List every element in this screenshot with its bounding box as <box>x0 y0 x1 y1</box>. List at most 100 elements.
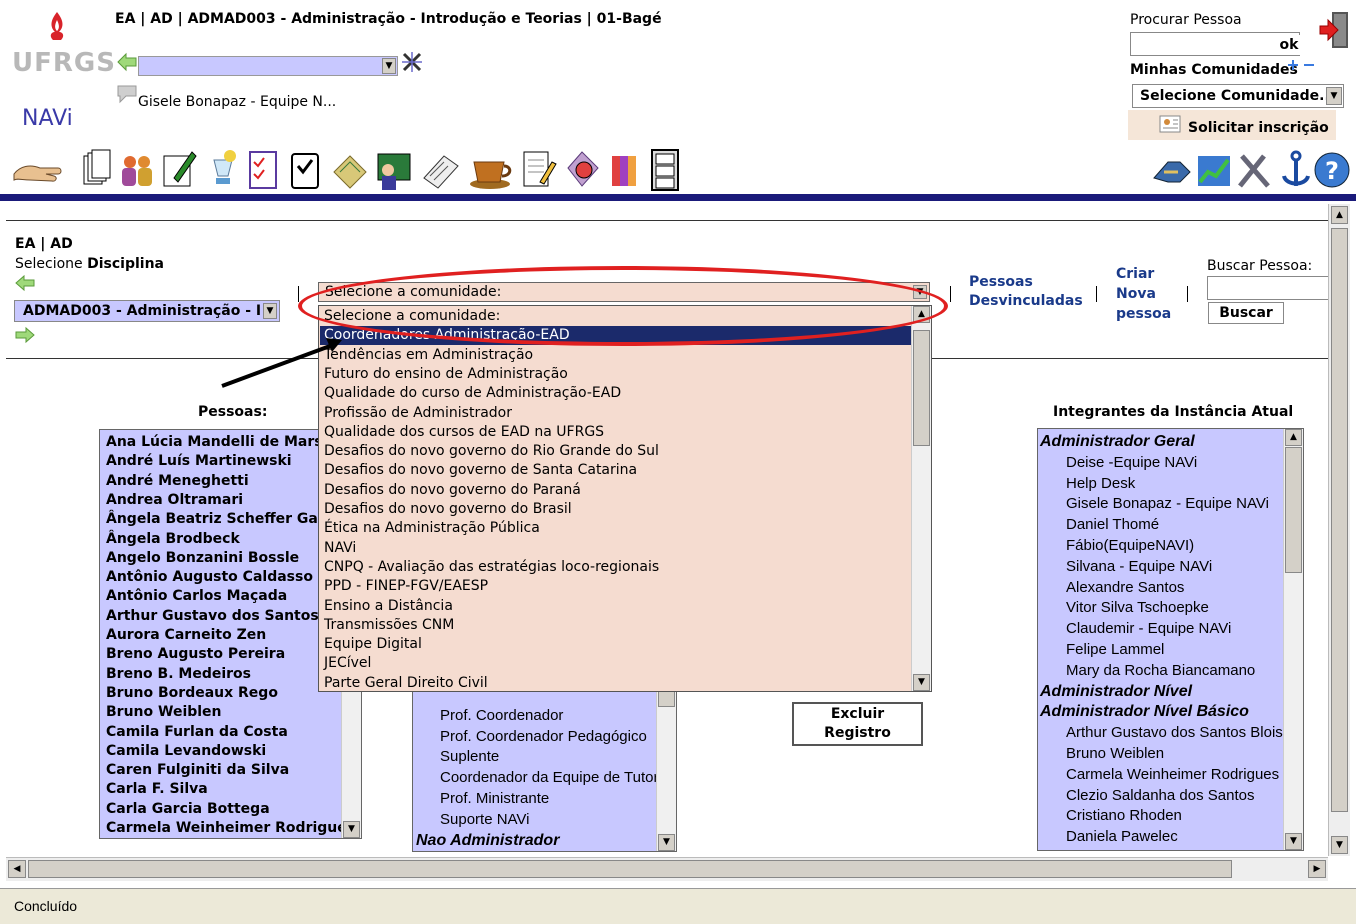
anchor-icon[interactable] <box>1276 148 1316 192</box>
scroll-left-icon[interactable]: ◀ <box>8 860 26 878</box>
list-item[interactable]: Prof. Ministrante <box>440 788 549 809</box>
dropdown-scrollbar[interactable]: ▲ ▼ <box>911 306 931 691</box>
list-item[interactable]: Deise -Equipe NAVi <box>1066 452 1197 473</box>
back-arrow-icon[interactable] <box>116 52 138 72</box>
handshake-icon[interactable] <box>1150 148 1192 192</box>
clipboard-icon[interactable] <box>286 148 326 192</box>
list-item[interactable]: Carmela Weinheimer Rodrigues <box>106 819 355 838</box>
history-select[interactable]: ▼ <box>138 56 398 76</box>
integrantes-scrollbar[interactable]: ▲ ▼ <box>1283 429 1303 850</box>
list-item[interactable]: Angelo Bonzanini Bossle <box>106 549 299 568</box>
criar-nova-pessoa-link[interactable]: Criar Nova pessoa <box>1116 264 1171 324</box>
list-item[interactable]: André Meneghetti <box>106 472 249 491</box>
dropdown-option[interactable]: Desafios do novo governo do Brasil <box>324 500 572 519</box>
scroll-thumb[interactable] <box>1331 228 1348 812</box>
dropdown-option[interactable]: Desafios do novo governo do Paraná <box>324 481 581 500</box>
list-item[interactable]: Prof. Coordenador Pedagógico <box>440 726 647 747</box>
list-item[interactable]: Ângela Beatriz Scheffer Garcia <box>106 510 347 529</box>
hand-icon[interactable] <box>10 150 66 190</box>
list-item[interactable]: Suplente <box>440 746 499 767</box>
scroll-thumb[interactable] <box>28 860 1232 878</box>
scroll-thumb[interactable] <box>913 330 930 446</box>
list-item[interactable]: Carmela Weinheimer Rodrigues <box>1066 764 1279 785</box>
funcoes-listbox[interactable]: Prof. CoordenadorAlunoNao AdministradorS… <box>412 686 677 852</box>
comunidade-select[interactable]: Selecione Comunidade... ▼ <box>1132 84 1344 108</box>
buscar-button[interactable]: Buscar <box>1208 302 1284 324</box>
group-header[interactable]: Administrador Nível Básico <box>1040 701 1249 722</box>
dropdown-option[interactable]: Coordenadores Administração-EAD <box>320 326 914 346</box>
pages-icon[interactable] <box>80 148 116 192</box>
list-item[interactable]: Carla Garcia Bottega <box>106 800 270 819</box>
list-item[interactable]: Andrea Oltramari <box>106 491 243 510</box>
coffee-icon[interactable] <box>466 148 514 192</box>
list-item[interactable]: Gisele Bonapaz - Equipe NAVi <box>1066 493 1269 514</box>
list-item[interactable]: Bruno Weiblen <box>1066 743 1164 764</box>
list-item[interactable]: André Luís Martinewski <box>106 452 292 471</box>
dropdown-option[interactable]: Transmissões CNM <box>324 616 454 635</box>
group-header[interactable]: Administrador Geral <box>1040 431 1195 452</box>
page-vertical-scrollbar[interactable]: ▲ ▼ <box>1328 204 1350 856</box>
list-item[interactable]: Suporte NAVi <box>440 809 530 830</box>
exit-icon[interactable] <box>1318 10 1350 50</box>
group-header[interactable]: Administrador Nível <box>1040 681 1192 702</box>
excluir-registro-button[interactable]: Excluir Registro <box>792 702 923 746</box>
scroll-up-icon[interactable]: ▲ <box>1331 206 1348 224</box>
dropdown-option[interactable]: Futuro do ensino de Administração <box>324 365 568 384</box>
list-item[interactable]: Breno Augusto Pereira <box>106 645 285 664</box>
selecione-comunidade-select[interactable]: Selecione a comunidade: ▼ <box>318 282 930 302</box>
dropdown-option[interactable]: Ética na Administração Pública <box>324 519 540 538</box>
list-item[interactable]: Daniela Pawelec <box>1066 826 1178 847</box>
edit-icon[interactable] <box>160 148 200 192</box>
scroll-down-icon[interactable]: ▼ <box>913 674 930 691</box>
dropdown-option[interactable]: Desafios do novo governo de Santa Catari… <box>324 461 637 480</box>
dropdown-option[interactable]: Equipe Digital <box>324 635 422 654</box>
list-item[interactable]: Clezio Saldanha dos Santos <box>1066 785 1254 806</box>
list-item[interactable]: Claudemir - Equipe NAVi <box>1066 618 1231 639</box>
scroll-thumb[interactable] <box>1285 447 1302 573</box>
dropdown-option[interactable]: Qualidade dos cursos de EAD na UFRGS <box>324 423 604 442</box>
dropdown-option[interactable]: Tendências em Administração <box>324 346 533 365</box>
list-item[interactable]: Ângela Brodbeck <box>106 530 240 549</box>
integrantes-listbox[interactable]: Daniela Pawelec Cristiano Rhoden Clezio Sa… <box>1037 428 1304 851</box>
list-item[interactable]: Breno B. Medeiros <box>106 665 251 684</box>
list-item[interactable]: Bruno Bordeaux Rego <box>106 684 278 703</box>
tools-icon[interactable] <box>1234 148 1274 192</box>
notepad-icon[interactable] <box>518 148 558 192</box>
scroll-right-icon[interactable]: ▶ <box>1308 860 1326 878</box>
list-item[interactable]: Camila Levandowski <box>106 742 266 761</box>
scroll-down-icon[interactable]: ▼ <box>658 834 675 851</box>
list-item[interactable]: Fábio(EquipeNAVI) <box>1066 535 1194 556</box>
list-item[interactable]: Coordenador da Equipe de Tutores <box>440 767 674 788</box>
page-horizontal-scrollbar[interactable]: ◀ ▶ <box>6 857 1328 881</box>
dropdown-option[interactable]: Selecione a comunidade: <box>324 307 500 326</box>
solicitar-inscricao-button[interactable]: Solicitar inscrição <box>1128 110 1336 140</box>
list-item[interactable]: Caren Fulginiti da Silva <box>106 761 289 780</box>
list-item[interactable]: Carla F. Silva <box>106 780 208 799</box>
procurar-pessoa-input[interactable] <box>1130 32 1300 56</box>
ok-button[interactable]: ok <box>1276 35 1302 55</box>
buscar-pessoa-input[interactable] <box>1207 276 1332 300</box>
list-item[interactable]: Mary da Rocha Biancamano <box>1066 660 1255 681</box>
list-item[interactable]: Help Desk <box>1066 473 1135 494</box>
dropdown-option[interactable]: Desafios do novo governo do Rio Grande d… <box>324 442 659 461</box>
cabinet-icon[interactable] <box>648 146 684 194</box>
disciplina-select[interactable]: ADMAD003 - Administração - I ▼ <box>14 300 280 322</box>
books-icon[interactable] <box>606 148 646 192</box>
dropdown-option[interactable]: Profissão de Administrador <box>324 404 512 423</box>
library-icon[interactable] <box>560 148 604 192</box>
people-icon[interactable] <box>118 150 158 190</box>
help-icon[interactable]: ? <box>1312 148 1352 192</box>
list-item[interactable]: Arthur Gustavo dos Santos Bloise <box>1066 722 1291 743</box>
group-header[interactable]: Nao Administrador <box>416 830 559 851</box>
teacher-icon[interactable] <box>372 148 416 192</box>
scroll-up-icon[interactable]: ▲ <box>913 306 930 323</box>
clear-history-icon[interactable] <box>400 50 424 74</box>
folder-icon[interactable] <box>330 148 370 192</box>
trophy-icon[interactable] <box>204 148 242 192</box>
scroll-down-icon[interactable]: ▼ <box>1331 836 1348 854</box>
dropdown-option[interactable]: Ensino a Distância <box>324 597 453 616</box>
list-item[interactable]: Prof. Coordenador <box>440 705 563 726</box>
list-item[interactable]: Camila Furlan da Costa <box>106 723 288 742</box>
list-item[interactable]: Aluno <box>440 850 478 851</box>
scroll-up-icon[interactable]: ▲ <box>1285 429 1302 446</box>
